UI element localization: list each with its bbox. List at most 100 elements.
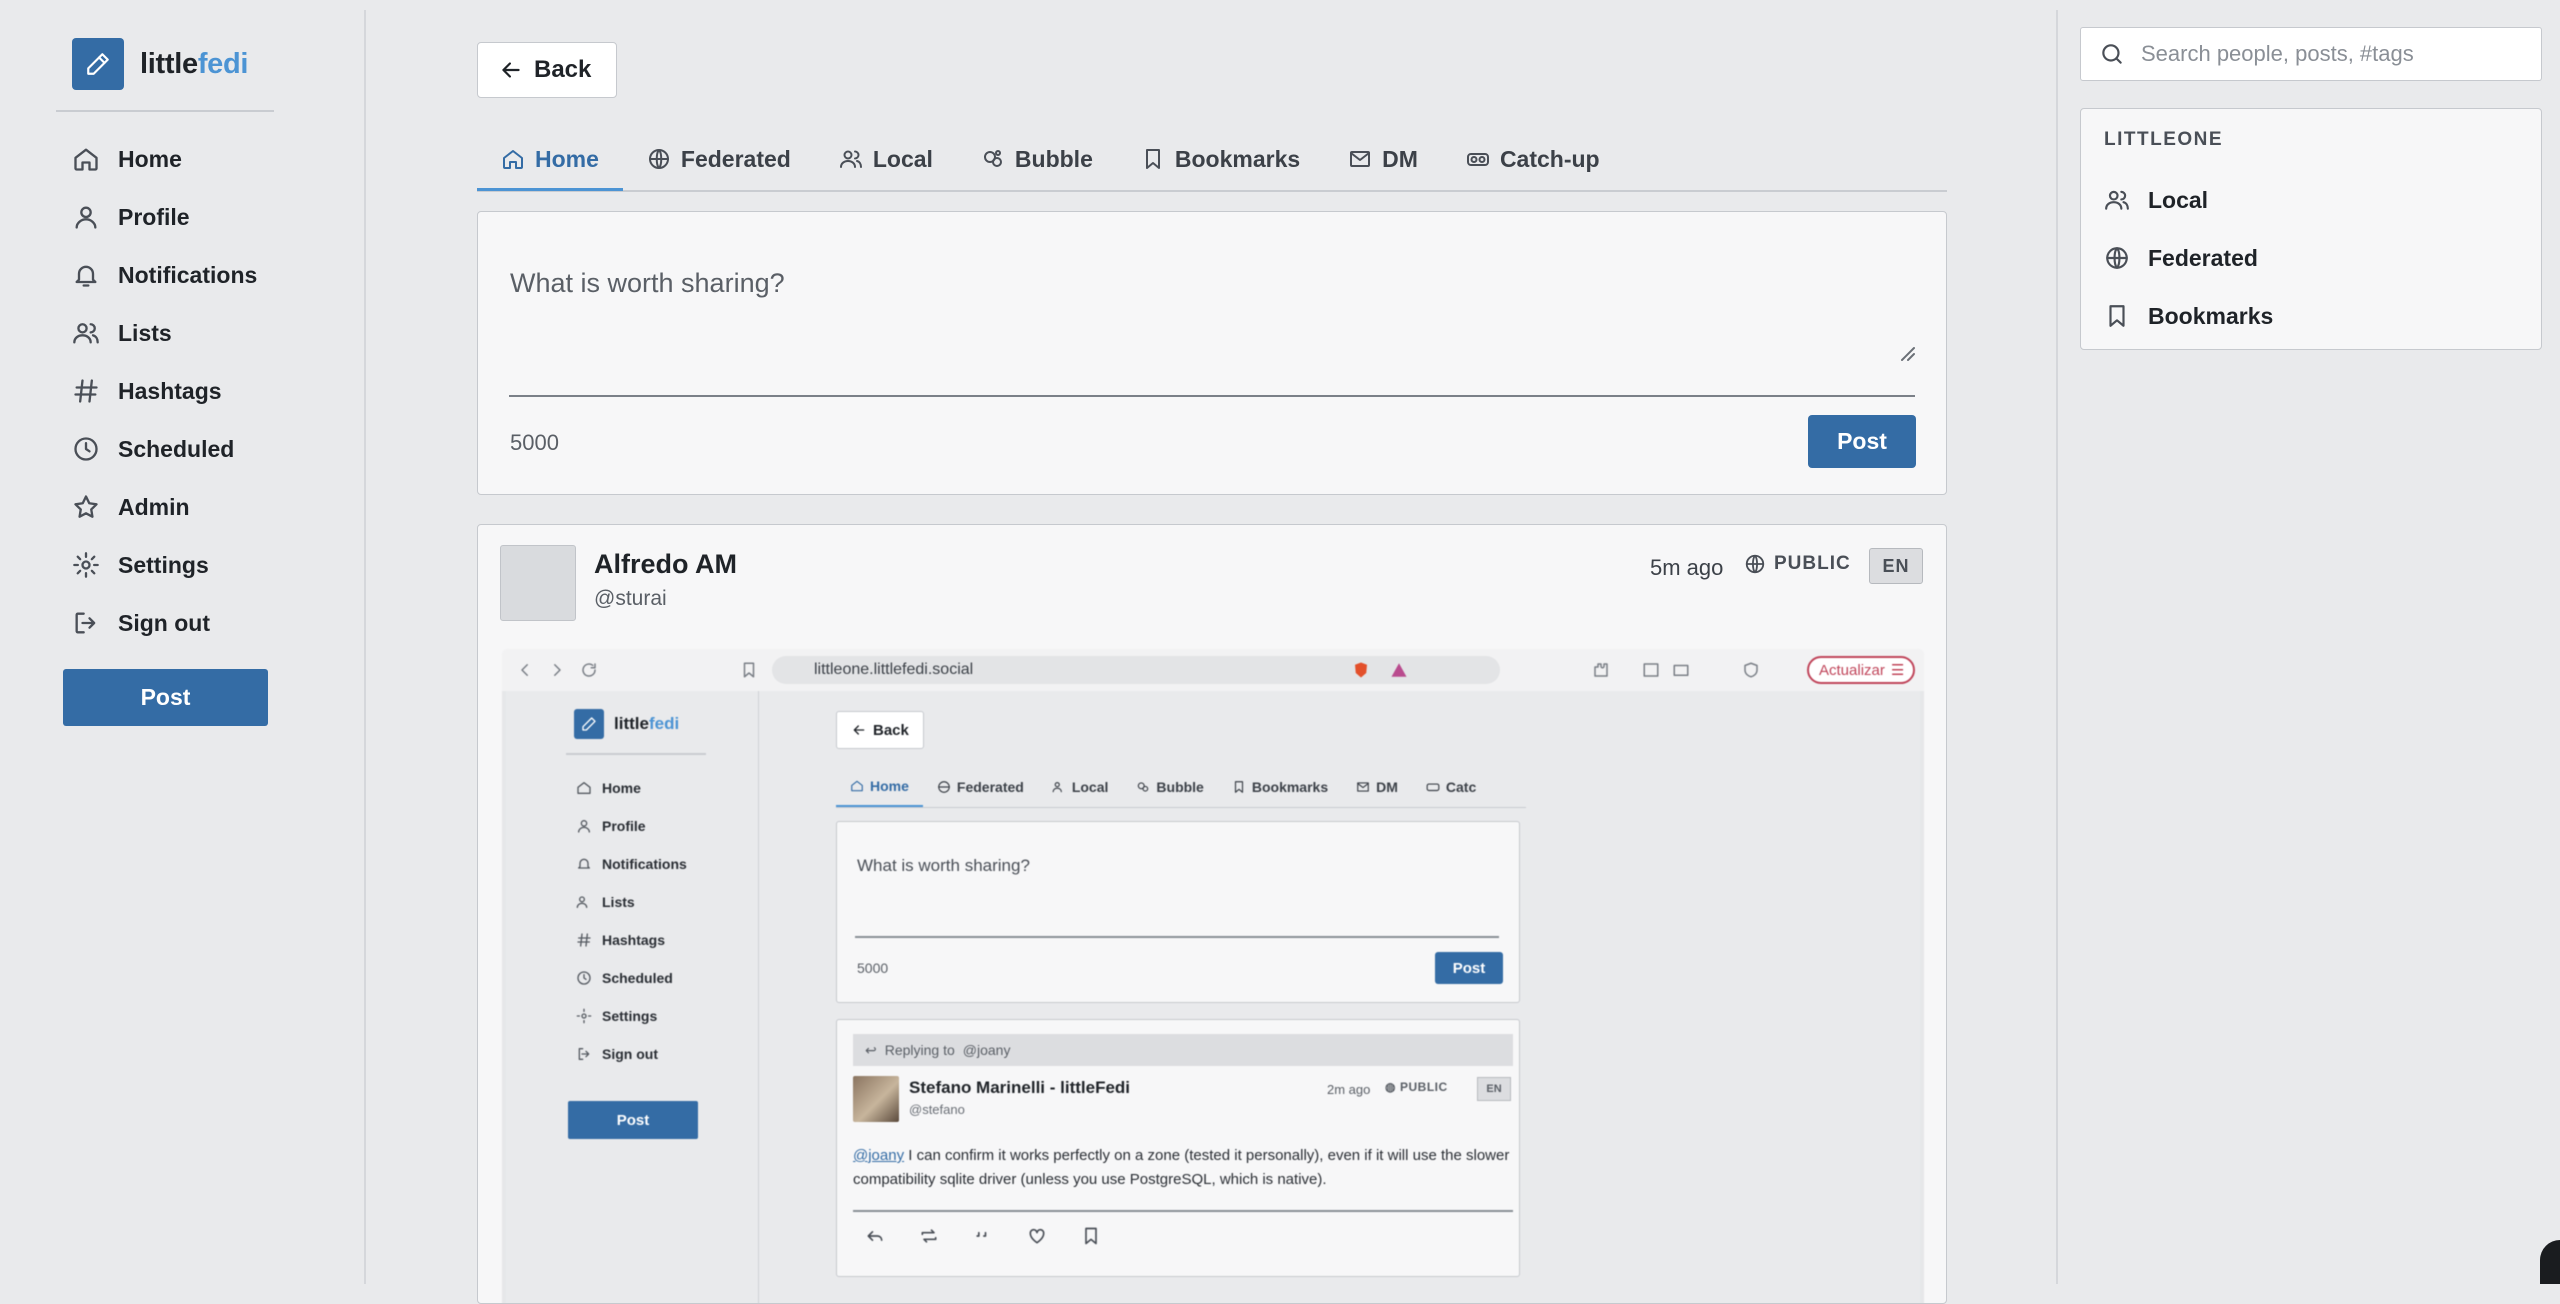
screenshot-nav-item: Notifications xyxy=(576,845,687,883)
brand[interactable]: littlefedi xyxy=(72,38,248,90)
composer-post-button[interactable]: Post xyxy=(1808,415,1916,468)
hash-icon xyxy=(74,379,98,403)
shield-icon xyxy=(1744,662,1758,678)
tab-label: Bookmarks xyxy=(1174,145,1301,172)
arrow-left-icon xyxy=(853,725,865,735)
resize-handle-icon[interactable] xyxy=(1899,345,1915,361)
post-author[interactable]: Alfredo AM xyxy=(594,549,737,580)
screenshot-nav-item: Settings xyxy=(576,997,687,1035)
screenshot-brand: littlefedi xyxy=(574,709,679,739)
home-icon xyxy=(577,782,591,794)
back-label: Back xyxy=(534,56,592,83)
tab-local[interactable]: Local xyxy=(815,130,957,188)
screenshot-char-counter: 5000 xyxy=(857,960,889,976)
reply-time: 2m ago xyxy=(1327,1082,1371,1097)
search-input[interactable] xyxy=(2139,40,2523,68)
instance-link-label: Local xyxy=(2148,186,2209,213)
screenshot-tab: Catc xyxy=(1412,767,1490,807)
post-image[interactable]: littleone.littlefedi.social Actualizar ☰ … xyxy=(502,649,1924,1303)
nav-item-profile[interactable]: Profile xyxy=(72,188,257,246)
screenshot-tab: Federated xyxy=(923,767,1038,807)
mail-icon xyxy=(1357,782,1369,792)
nav-item-notifications[interactable]: Notifications xyxy=(72,246,257,304)
screenshot-nav-label: Lists xyxy=(602,894,635,910)
tab-dm[interactable]: DM xyxy=(1324,130,1442,188)
users-icon xyxy=(576,896,588,908)
bell-icon xyxy=(75,265,97,287)
reply-lang: EN xyxy=(1477,1077,1511,1101)
wallet-icon xyxy=(1673,664,1689,676)
bookmark-icon xyxy=(2109,305,2125,327)
tab-home[interactable]: Home xyxy=(477,130,623,191)
url-text: littleone.littlefedi.social xyxy=(814,661,974,678)
composer-input[interactable]: What is worth sharing? xyxy=(510,268,785,299)
screenshot-tab-label: DM xyxy=(1376,779,1398,795)
screenshot-nav-item: Scheduled xyxy=(576,959,687,997)
screenshot-brand-part2: fedi xyxy=(648,714,680,733)
gear-icon xyxy=(576,1008,592,1024)
menu-icon: ☰ xyxy=(1890,662,1905,679)
users-icon xyxy=(839,150,862,168)
back-button[interactable]: Back xyxy=(477,42,617,98)
post-time[interactable]: 5m ago xyxy=(1650,555,1723,581)
tab-bookmarks[interactable]: Bookmarks xyxy=(1117,130,1324,188)
avatar[interactable] xyxy=(500,545,576,621)
nav-item-hashtags[interactable]: Hashtags xyxy=(72,362,257,420)
tab-label: DM xyxy=(1382,145,1418,172)
nav-item-settings[interactable]: Settings xyxy=(72,536,257,594)
instance-link-local[interactable]: Local xyxy=(2104,171,2273,229)
tab-bubble[interactable]: Bubble xyxy=(957,130,1117,188)
clock-icon xyxy=(74,437,98,461)
search-icon xyxy=(2102,44,2122,64)
brand-name-part2: fedi xyxy=(197,47,249,80)
screenshot-nav: Home Profile Notifications Lists Hashtag… xyxy=(576,769,687,1073)
screenshot-nav-item: Sign out xyxy=(576,1035,687,1073)
arrow-left-icon xyxy=(502,62,520,78)
nav-item-home[interactable]: Home xyxy=(72,130,257,188)
user-icon xyxy=(75,206,97,229)
screenshot-tab-label: Home xyxy=(870,778,909,794)
tab-label: Bubble xyxy=(1014,145,1093,172)
forward-arrow-icon xyxy=(554,664,561,676)
tab-catch-up[interactable]: Catch-up xyxy=(1442,130,1624,188)
instance-panel: LITTLEONE Local Federated Bookmarks xyxy=(2080,108,2542,350)
search-box[interactable] xyxy=(2080,27,2542,81)
nav-item-label: Hashtags xyxy=(118,377,222,404)
post-button[interactable]: Post xyxy=(63,669,268,726)
screenshot-nav-label: Profile xyxy=(602,818,646,834)
divider xyxy=(56,110,274,112)
screenshot-sidebar: littlefedi Home Profile Notifications Li… xyxy=(506,691,759,1303)
brand-name-part1: little xyxy=(140,47,198,80)
nav-item-lists[interactable]: Lists xyxy=(72,304,257,362)
tab-federated[interactable]: Federated xyxy=(623,130,815,188)
user-icon xyxy=(578,820,590,833)
home-icon xyxy=(851,780,863,792)
instance-link-label: Bookmarks xyxy=(2148,302,2274,329)
nav-item-sign-out[interactable]: Sign out xyxy=(72,594,257,652)
bookmark-icon xyxy=(1234,781,1243,793)
screenshot-nav-item: Home xyxy=(576,769,687,807)
instance-link-bookmarks[interactable]: Bookmarks xyxy=(2104,287,2273,345)
nav-item-admin[interactable]: Admin xyxy=(72,478,257,536)
instance-link-federated[interactable]: Federated xyxy=(2104,229,2273,287)
quote-icon xyxy=(976,1231,987,1237)
screenshot-tab-label: Bubble xyxy=(1156,779,1204,795)
screenshot-back-label: Back xyxy=(873,721,909,739)
nav-item-scheduled[interactable]: Scheduled xyxy=(72,420,257,478)
language-badge: EN xyxy=(1869,548,1923,584)
home-icon xyxy=(74,148,98,171)
instance-links: Local Federated Bookmarks xyxy=(2104,171,2273,345)
brand-name: littlefedi xyxy=(140,48,248,81)
instance-title: LITTLEONE xyxy=(2104,129,2224,150)
hash-icon xyxy=(577,933,591,947)
post-card: Alfredo AM @sturai 5m ago PUBLIC EN litt… xyxy=(477,524,1947,1304)
globe-icon xyxy=(938,781,950,793)
avatar xyxy=(853,1076,899,1122)
nav-item-label: Lists xyxy=(118,319,172,346)
post-handle[interactable]: @sturai xyxy=(594,587,667,611)
browser-toolbar: littleone.littlefedi.social Actualizar ☰ xyxy=(502,649,1924,691)
screenshot-tab-label: Catc xyxy=(1445,779,1477,795)
reply-text: I can confirm it works perfectly on a zo… xyxy=(853,1147,1510,1188)
reply-icon: ↩ xyxy=(865,1041,877,1058)
screenshot-nav-label: Settings xyxy=(602,1008,658,1024)
